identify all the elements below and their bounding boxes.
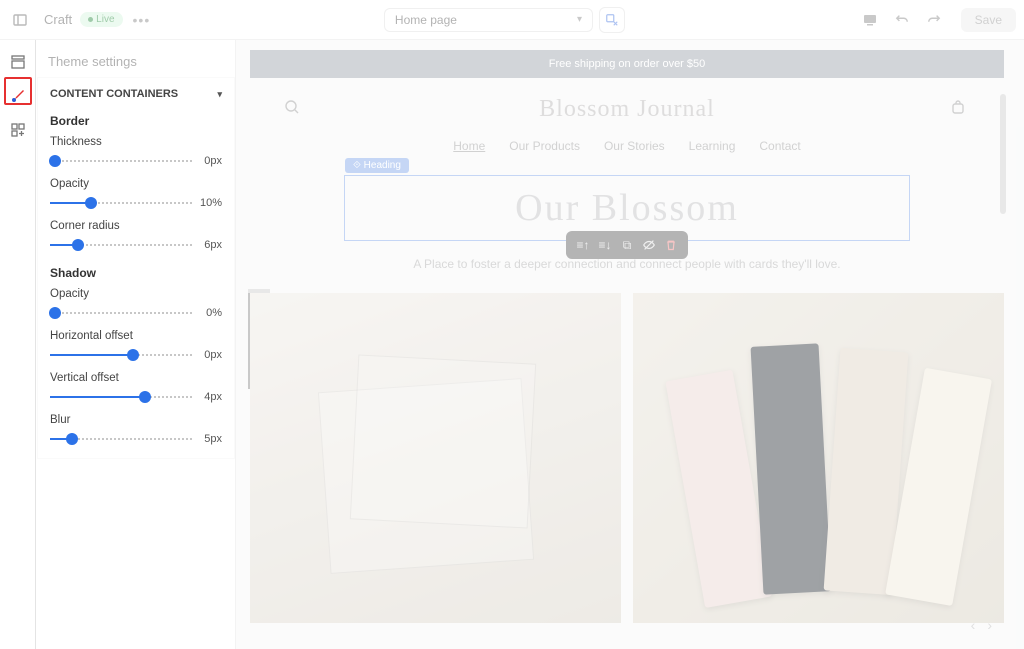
- thickness-slider[interactable]: 0px: [50, 152, 222, 170]
- chevron-down-icon: ▾: [577, 14, 582, 25]
- redo-button[interactable]: [923, 9, 945, 31]
- hero-subtext: A Place to foster a deeper connection an…: [344, 257, 910, 271]
- carousel-pager: ‹ ›: [971, 617, 992, 633]
- section-header[interactable]: CONTENT CONTAINERS ▾: [50, 78, 222, 108]
- topbar: Craft Live ••• Home page ▾ Save: [0, 0, 1024, 40]
- sections-rail-button[interactable]: [4, 48, 32, 76]
- more-menu-button[interactable]: •••: [133, 12, 151, 28]
- product-card[interactable]: [633, 293, 1004, 623]
- cart-icon[interactable]: [950, 99, 970, 120]
- canvas-preview: Free shipping on order over $50 Blossom …: [244, 44, 1010, 641]
- corner-radius-label: Corner radius: [50, 220, 222, 232]
- site-logo[interactable]: Blossom Journal: [539, 96, 715, 123]
- nav-learning[interactable]: Learning: [689, 139, 736, 153]
- delete-button[interactable]: [662, 236, 680, 254]
- left-rail: [0, 40, 36, 649]
- search-icon[interactable]: [284, 99, 304, 120]
- product-card[interactable]: [250, 293, 621, 623]
- panel-title: Theme settings: [36, 40, 235, 79]
- shadow-heading: Shadow: [50, 266, 222, 280]
- nav-products[interactable]: Our Products: [509, 139, 580, 153]
- prev-arrow[interactable]: ‹: [971, 617, 976, 633]
- border-heading: Border: [50, 114, 222, 128]
- nav-home[interactable]: Home: [453, 139, 485, 153]
- block-type-badge: ⟐ Heading: [345, 158, 409, 173]
- theme-settings-rail-button[interactable]: [4, 82, 32, 110]
- page-selector-dropdown[interactable]: Home page ▾: [384, 8, 593, 32]
- hide-button[interactable]: [640, 236, 658, 254]
- announcement-bar[interactable]: Free shipping on order over $50: [250, 50, 1004, 78]
- exit-editor-button[interactable]: [8, 8, 32, 32]
- h-offset-label: Horizontal offset: [50, 330, 222, 342]
- product-grid: ✕ GET 10% OFF: [250, 293, 1004, 623]
- nav-stories[interactable]: Our Stories: [604, 139, 665, 153]
- corner-radius-slider[interactable]: 6px: [50, 236, 222, 254]
- thickness-label: Thickness: [50, 136, 222, 148]
- block-toolbar: ≡↑ ≡↓ ⧉: [566, 231, 688, 259]
- blur-slider[interactable]: 5px: [50, 430, 222, 448]
- opacity-label: Opacity: [50, 178, 222, 190]
- blur-label: Blur: [50, 414, 222, 426]
- inspector-button[interactable]: [599, 7, 625, 33]
- nav-contact[interactable]: Contact: [759, 139, 800, 153]
- shadow-opacity-label: Opacity: [50, 288, 222, 300]
- next-arrow[interactable]: ›: [987, 617, 992, 633]
- canvas-scrollbar[interactable]: [1000, 94, 1006, 214]
- move-up-button[interactable]: ≡↑: [574, 236, 592, 254]
- live-badge: Live: [80, 12, 122, 27]
- hero-section: ⟐ Heading Our Blossom A Place to foster …: [244, 175, 1010, 271]
- site-header: Blossom Journal: [244, 78, 1010, 135]
- save-button[interactable]: Save: [961, 8, 1016, 32]
- apps-rail-button[interactable]: [4, 116, 32, 144]
- v-offset-slider[interactable]: 4px: [50, 388, 222, 406]
- undo-button[interactable]: [891, 9, 913, 31]
- theme-name: Craft: [44, 12, 72, 27]
- heading-text: Our Blossom: [345, 186, 909, 230]
- duplicate-button[interactable]: ⧉: [618, 236, 636, 254]
- caret-down-icon: ▾: [217, 89, 222, 100]
- opacity-slider[interactable]: 10%: [50, 194, 222, 212]
- move-down-button[interactable]: ≡↓: [596, 236, 614, 254]
- content-containers-panel: CONTENT CONTAINERS ▾ Border Thickness 0p…: [38, 78, 234, 458]
- shadow-opacity-slider[interactable]: 0%: [50, 304, 222, 322]
- desktop-view-button[interactable]: [859, 9, 881, 31]
- h-offset-slider[interactable]: 0px: [50, 346, 222, 364]
- v-offset-label: Vertical offset: [50, 372, 222, 384]
